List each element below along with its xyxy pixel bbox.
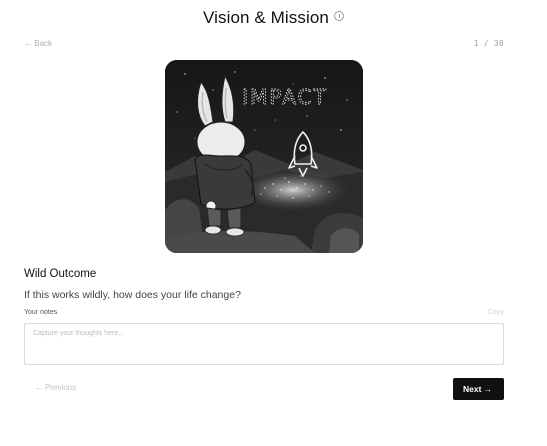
next-button[interactable]: Next → [453, 378, 504, 400]
back-link[interactable]: ← Back [24, 39, 52, 48]
notes-textarea[interactable] [24, 323, 504, 365]
back-arrow-icon: ← [24, 39, 32, 48]
next-label: Next [463, 384, 482, 394]
info-icon[interactable] [334, 11, 344, 21]
copy-button[interactable]: Copy [488, 309, 504, 316]
next-arrow-icon: → [483, 384, 492, 394]
progress-counter: 1 / 30 [473, 39, 504, 48]
page-title: Vision & Mission [202, 8, 329, 27]
back-label: Back [34, 39, 53, 48]
previous-button[interactable]: ← Previous [33, 383, 76, 392]
previous-arrow-icon: ← [35, 383, 43, 392]
prompt-title: Wild Outcome [24, 268, 97, 280]
page: Vision & Mission ← Back 1 / 30 IMPACT Wi… [0, 0, 547, 446]
hero-image: IMPACT [165, 60, 363, 253]
notes-label: Your notes [24, 309, 58, 316]
hero-illustration: IMPACT [165, 60, 363, 253]
previous-label: Previous [45, 383, 77, 392]
prompt-question: If this works wildly, how does your life… [24, 289, 241, 301]
page-header: Vision & Mission [0, 8, 547, 28]
impact-text: IMPACT [242, 85, 327, 109]
